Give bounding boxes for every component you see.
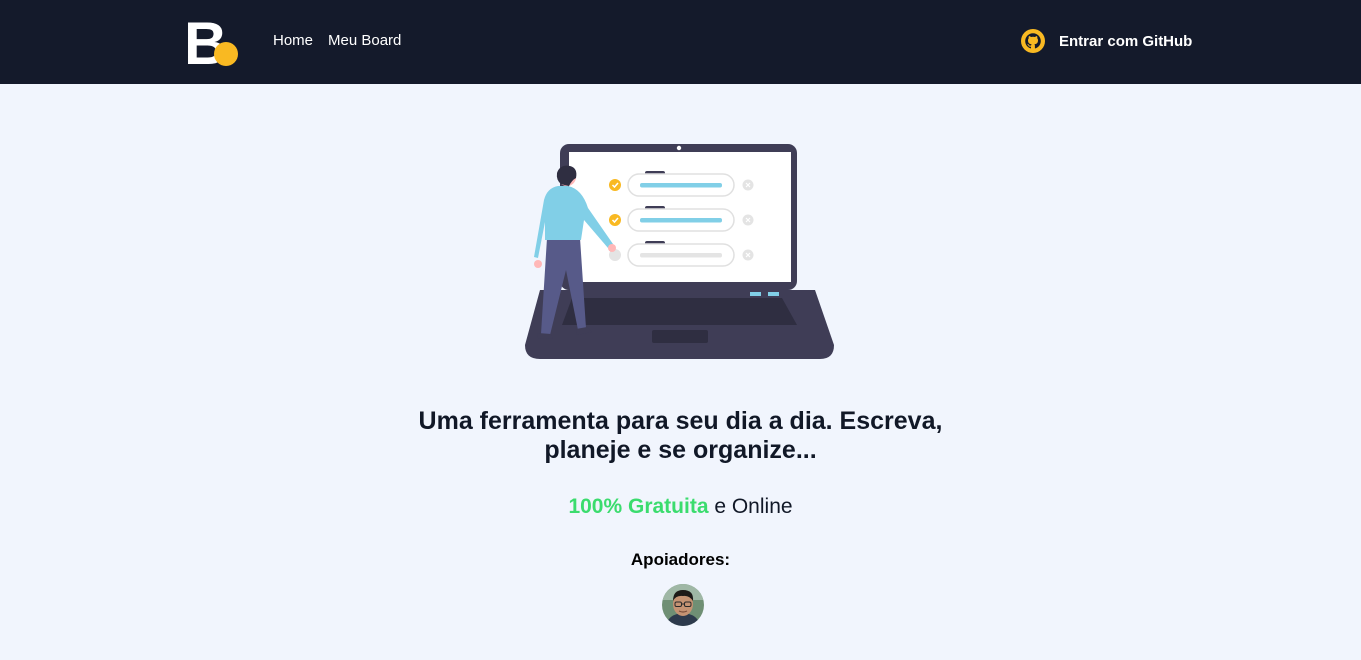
check-icon [609, 179, 621, 191]
headline-line1: Uma ferramenta para seu dia a dia. Escre… [418, 407, 943, 435]
check-icon [609, 214, 621, 226]
laptop-touchpad [652, 330, 708, 343]
nav-meu-board-link[interactable]: Meu Board [328, 32, 401, 49]
headline-line2: planeje e se organize... [544, 436, 817, 464]
tagline: 100% Gratuita e Online [0, 495, 1361, 519]
avatar-image [662, 584, 704, 626]
top-navbar: B Home Meu Board Entrar com GitHub [0, 0, 1361, 84]
task-list-illustration [609, 171, 754, 267]
github-login-label: Entrar com GitHub [1059, 32, 1193, 50]
nav-home-link[interactable]: Home [273, 32, 313, 49]
hero-illustration [525, 144, 834, 359]
tagline-rest: e Online [708, 495, 793, 518]
supporters-title: Apoiadores: [630, 550, 731, 569]
main-nav: Home Meu Board [273, 32, 401, 49]
tagline-highlight: 100% Gratuita [568, 495, 709, 518]
supporter-avatar[interactable] [662, 584, 704, 626]
logo[interactable]: B [184, 14, 240, 68]
headline: Uma ferramenta para seu dia a dia. Escre… [0, 407, 1361, 465]
github-login-button[interactable]: Entrar com GitHub [1021, 29, 1192, 53]
logo-dot [214, 42, 238, 66]
github-icon [1021, 29, 1045, 53]
